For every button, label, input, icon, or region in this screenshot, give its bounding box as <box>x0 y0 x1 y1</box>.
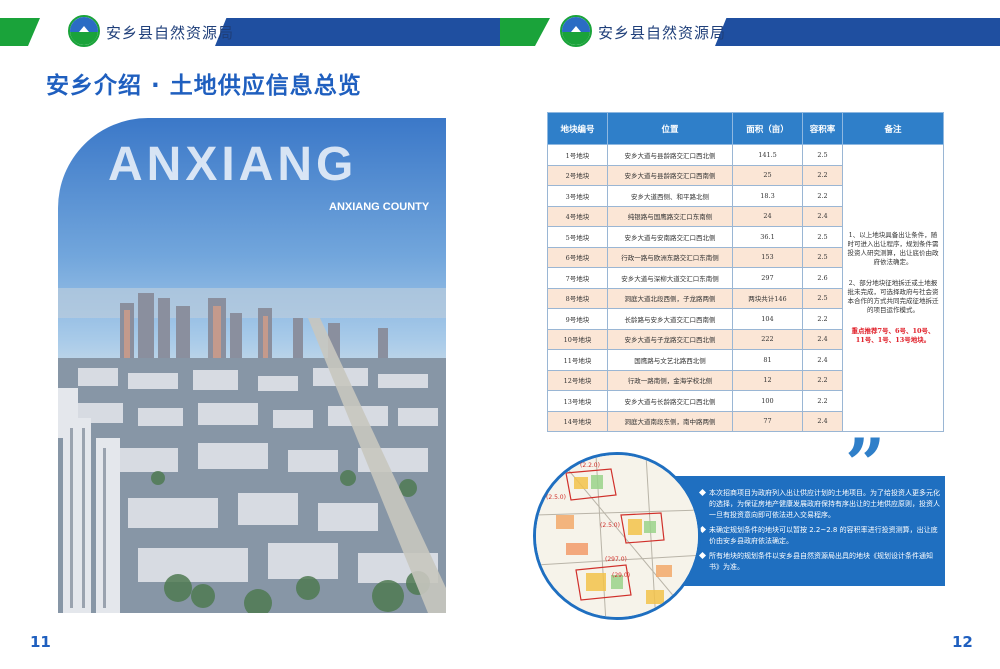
far-cell: 2.2 <box>802 369 843 391</box>
area-cell: 两块共计146 <box>732 287 803 309</box>
far-cell: 2.5 <box>802 287 843 309</box>
note-cooperation: 2、部分地块征地拆迁或土地报批未完成，可选择政府与社会资本合作的方式共同完成征地… <box>847 279 939 314</box>
location-cell: 安乡大道与县龄路交汇口西南侧 <box>607 164 733 186</box>
map-parcel-label: (297.0) <box>605 556 627 563</box>
area-cell: 141.5 <box>732 144 803 166</box>
location-cell: 安乡大道与长龄路交汇口西北侧 <box>607 390 733 412</box>
map-parcel-label: (29.0) <box>612 572 631 579</box>
parcel-id-cell: 13号地块 <box>547 390 608 412</box>
parcel-id-cell: 3号地块 <box>547 185 608 207</box>
far-cell: 2.2 <box>802 164 843 186</box>
parcel-id-cell: 11号地块 <box>547 349 608 371</box>
parcel-id-cell: 9号地块 <box>547 308 608 330</box>
cover-subheadline: ANXIANG COUNTY <box>329 201 430 213</box>
area-cell: 100 <box>732 390 803 412</box>
area-cell: 81 <box>732 349 803 371</box>
far-cell: 2.5 <box>802 144 843 166</box>
city-aerial-photo <box>58 118 446 613</box>
parcel-id-cell: 6号地块 <box>547 246 608 268</box>
location-cell: 安乡大道与子龙路交汇口西北侧 <box>607 328 733 350</box>
far-cell: 2.5 <box>802 246 843 268</box>
map-parcel-label: (2.5.0) <box>546 494 566 501</box>
area-cell: 25 <box>732 164 803 186</box>
far-cell: 2.2 <box>802 185 843 207</box>
cover-headline: ANXIANG <box>108 138 358 191</box>
map-parcel-label: (2.5.0) <box>600 522 620 529</box>
far-cell: 2.6 <box>802 267 843 289</box>
far-cell: 2.4 <box>802 205 843 227</box>
note-recommended-parcels: 重点推荐7号、6号、10号、11号、1号、13号地块。 <box>851 327 935 344</box>
location-cell: 洞庭大道北段西侧，子龙路两侧 <box>607 287 733 309</box>
page-number-right: 12 <box>952 633 973 651</box>
parcel-id-cell: 10号地块 <box>547 328 608 350</box>
map-parcel-label: (2.2.0) <box>580 462 600 469</box>
area-cell: 36.1 <box>732 226 803 248</box>
parcel-id-cell: 14号地块 <box>547 410 608 432</box>
area-cell: 153 <box>732 246 803 268</box>
info-item: 所有地块的规划条件以安乡县自然资源局出具的地块《规划设计条件通知书》为准。 <box>698 551 940 573</box>
column-header-area: 面积（亩） <box>732 112 803 145</box>
note-conditions: 1、以上地块具备出让条件，随时可进入出让程序，规划条件需投资人研究测算，出让底价… <box>847 231 939 266</box>
table-row: 1号地块 安乡大道与县龄路交汇口西北侧 141.5 2.5 1、以上地块具备出让… <box>547 144 944 432</box>
parcel-id-cell: 7号地块 <box>547 267 608 289</box>
parcel-id-cell: 5号地块 <box>547 226 608 248</box>
location-cell: 安乡大道与县龄路交汇口西北侧 <box>607 144 733 166</box>
table-header-row: 地块编号 位置 面积（亩） 容积率 备注 <box>547 112 944 145</box>
location-cell: 安乡大道西侧、和平路北侧 <box>607 185 733 207</box>
column-header-notes: 备注 <box>842 112 944 145</box>
far-cell: 2.2 <box>802 390 843 412</box>
column-header-location: 位置 <box>607 112 733 145</box>
location-cell: 洞庭大道南段东侧，南中路两侧 <box>607 410 733 432</box>
parcel-id-cell: 4号地块 <box>547 205 608 227</box>
parcel-id-cell: 8号地块 <box>547 287 608 309</box>
header-band-blue-right <box>715 18 1000 46</box>
notes-cell: 1、以上地块具备出让条件，随时可进入出让程序，规划条件需投资人研究测算，出让底价… <box>842 144 944 432</box>
location-cell: 行政一路南侧，金海学校北侧 <box>607 369 733 391</box>
area-cell: 222 <box>732 328 803 350</box>
info-item: 本次招商项目为政府列入出让供应计划的土地项目。为了给投资人更多元化的选择，为保证… <box>698 488 940 521</box>
page-title: 安乡介绍 · 土地供应信息总览 <box>46 73 362 99</box>
header-org-name-left: 安乡县自然资源局 <box>106 24 235 42</box>
parcel-map <box>533 452 701 620</box>
header-org-name-right: 安乡县自然资源局 <box>598 24 727 42</box>
header-band-green-left <box>0 18 40 46</box>
land-supply-table: 地块编号 位置 面积（亩） 容积率 备注 1号地块 安乡大道与县龄路交汇口西北侧… <box>547 112 944 432</box>
header-band-blue-left <box>215 18 500 46</box>
diamond-bullet-icon <box>698 488 707 497</box>
info-list: 本次招商项目为政府列入出让供应计划的土地项目。为了给投资人更多元化的选择，为保证… <box>698 488 940 577</box>
column-header-far: 容积率 <box>802 112 843 145</box>
area-cell: 18.3 <box>732 185 803 207</box>
far-cell: 2.4 <box>802 328 843 350</box>
location-cell: 纯银路与国鹰路交汇口东南侧 <box>607 205 733 227</box>
diamond-bullet-icon <box>698 551 707 560</box>
header-band-green-right <box>500 18 550 46</box>
bureau-logo-icon <box>68 15 100 47</box>
area-cell: 104 <box>732 308 803 330</box>
location-cell: 国鹰路与文艺北路西北侧 <box>607 349 733 371</box>
area-cell: 24 <box>732 205 803 227</box>
location-cell: 长龄路与安乡大道交汇口西南侧 <box>607 308 733 330</box>
location-cell: 安乡大道与安南路交汇口西北侧 <box>607 226 733 248</box>
area-cell: 12 <box>732 369 803 391</box>
far-cell: 2.4 <box>802 349 843 371</box>
location-cell: 行政一路与欧洲东路交汇口东南侧 <box>607 246 733 268</box>
far-cell: 2.2 <box>802 308 843 330</box>
area-cell: 297 <box>732 267 803 289</box>
far-cell: 2.5 <box>802 226 843 248</box>
parcel-id-cell: 12号地块 <box>547 369 608 391</box>
location-cell: 安乡大道与深柳大道交汇口东南侧 <box>607 267 733 289</box>
far-cell: 2.4 <box>802 410 843 432</box>
area-cell: 77 <box>732 410 803 432</box>
parcel-id-cell: 1号地块 <box>547 144 608 166</box>
page-number-left: 11 <box>30 633 51 651</box>
parcel-id-cell: 2号地块 <box>547 164 608 186</box>
info-item: 未确定规划条件的地块可以暂按 2.2~2.8 的容积率进行投资测算，出让底价由安… <box>698 525 940 547</box>
column-header-parcel-id: 地块编号 <box>547 112 608 145</box>
bureau-logo-icon <box>560 15 592 47</box>
